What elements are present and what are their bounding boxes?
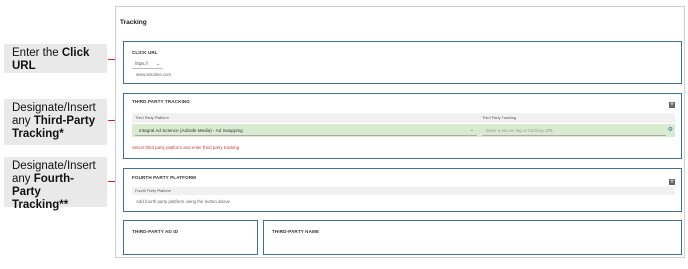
col-tracking: Third Party Tracking [482,116,516,120]
callout-text: Enter the [12,47,62,59]
fourth-party-panel: FOURTH PARTY PLATFORM + Fourth Party Pla… [123,168,682,212]
click-url-title: CLICK URL [132,50,158,55]
col-platform: Third Party Platform [135,116,169,120]
third-party-ad-id-title: THIRD-PARTY AD ID [132,229,179,234]
protocol-select[interactable]: https:// ⌄ [132,59,163,69]
third-party-ad-id-panel: THIRD-PARTY AD ID [123,220,258,255]
third-party-name-panel: THIRD-PARTY NAME [263,220,682,255]
third-party-title: THIRD PARTY TRACKING [132,99,190,104]
third-party-name-title: THIRD-PARTY NAME [272,229,320,234]
third-party-row: Integral Ad Science (AdSafe Media) - Ad … [132,124,675,137]
fourth-party-info: Add fourth party platform using the butt… [136,199,232,204]
platform-select[interactable]: Integral Ad Science (AdSafe Media) - Ad … [135,125,477,136]
callout-click-url: Enter the Click URL [4,44,107,73]
chevron-down-icon: ⌄ [155,61,160,67]
gear-icon[interactable]: ⚙ [668,127,673,133]
tracking-tag-input[interactable]: Enter a secure tag or tracking URL [482,125,666,136]
third-party-header-row: Third Party Platform Third Party Trackin… [132,113,675,123]
tracking-page: Tracking CLICK URL https:// ⌄ www.amobee… [115,6,685,258]
click-url-panel: CLICK URL https:// ⌄ www.amobee.com [123,41,682,84]
third-party-panel: THIRD PARTY TRACKING + Third Party Platf… [123,93,682,159]
warning-message: Select third party platform and enter th… [132,145,240,150]
protocol-value: https:// [135,61,148,66]
callout-fourth-party: Designate/Insert any Fourth-Party Tracki… [4,157,107,211]
chevron-down-icon: ⌄ [469,127,474,133]
click-url-input[interactable]: www.amobee.com [136,72,171,77]
plus-icon[interactable]: + [669,102,675,108]
col-fourth-platform: Fourth Party Platform [132,187,675,195]
platform-value: Integral Ad Science (AdSafe Media) - Ad … [139,128,243,133]
callout-third-party: Designate/Insert any Third-Party Trackin… [4,99,107,145]
fourth-party-title: FOURTH PARTY PLATFORM [132,175,197,180]
page-title: Tracking [120,19,147,26]
plus-icon[interactable]: + [669,179,675,185]
